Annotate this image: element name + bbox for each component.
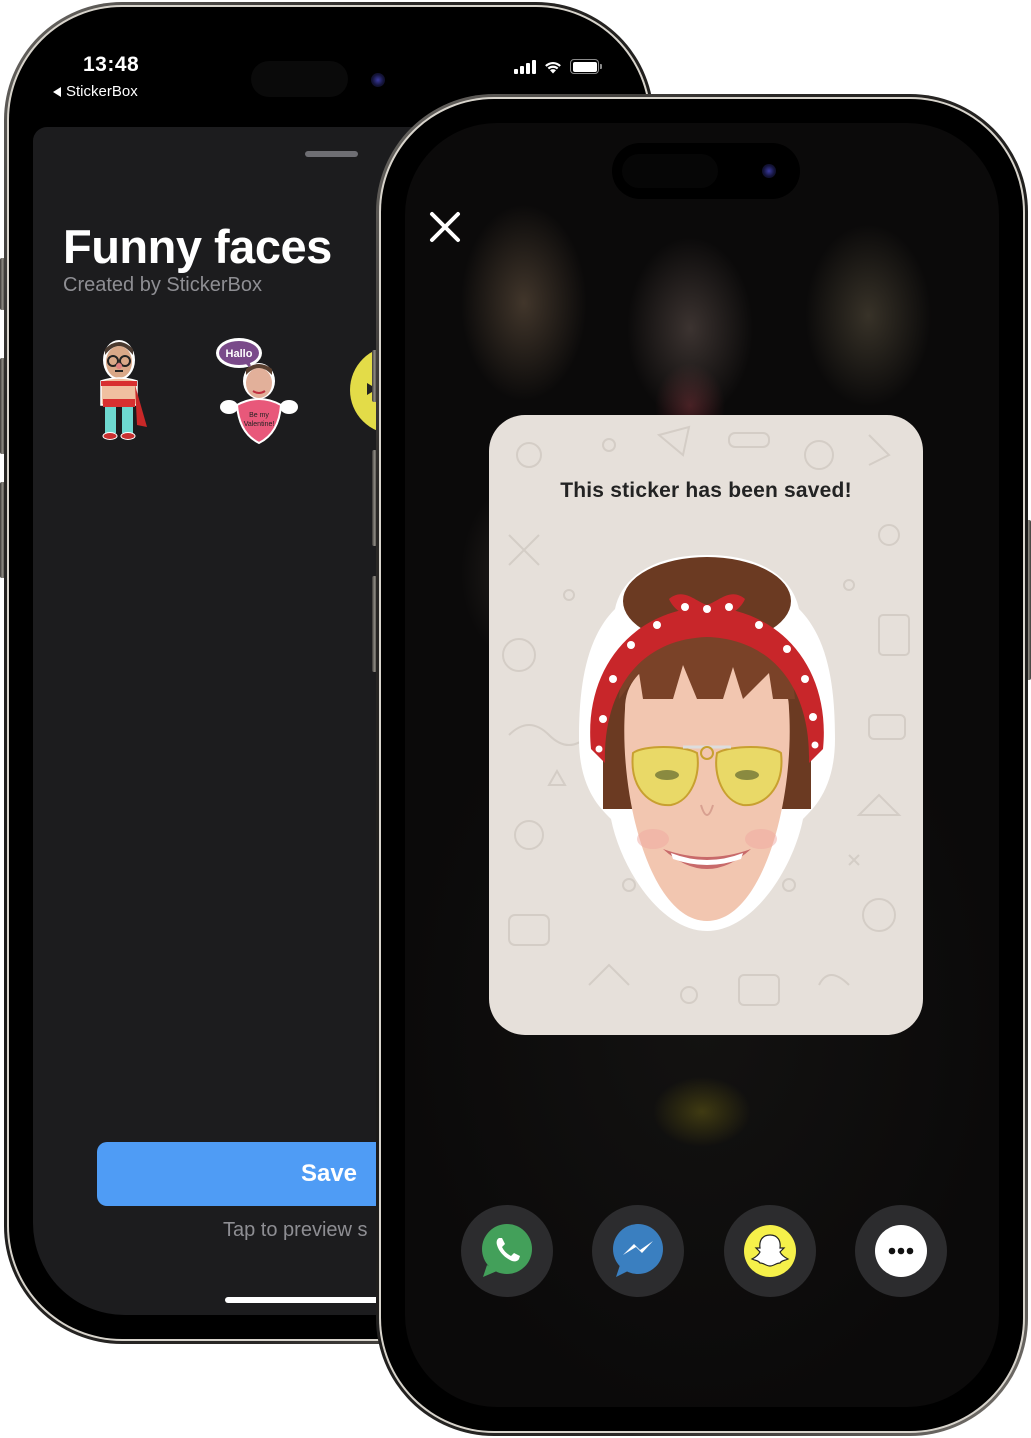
close-icon[interactable]: [427, 209, 463, 245]
svg-text:Valentine!: Valentine!: [244, 421, 275, 428]
front-phone-screen: This sticker has been saved!: [405, 123, 999, 1407]
front-camera-icon: [371, 73, 385, 87]
battery-icon: [570, 59, 602, 74]
wifi-icon: [545, 61, 561, 73]
front-phone: This sticker has been saved!: [376, 94, 1028, 1436]
share-targets-row: [461, 1205, 947, 1297]
svg-text:Be my: Be my: [249, 412, 269, 419]
share-more-button[interactable]: [854, 1205, 947, 1297]
whatsapp-icon: [482, 1224, 532, 1277]
status-icons: [514, 59, 602, 74]
front-camera-icon: [762, 164, 776, 178]
share-messenger-button[interactable]: [592, 1205, 685, 1297]
pack-subtitle: Created by StickerBox: [63, 274, 262, 296]
dynamic-island: [251, 61, 348, 97]
share-snapchat-button[interactable]: [723, 1205, 816, 1297]
dynamic-island: [612, 143, 800, 199]
cellular-signal-icon: [514, 59, 536, 74]
snapchat-icon: [743, 1225, 796, 1277]
pack-title: Funny faces: [63, 220, 332, 273]
share-whatsapp-button[interactable]: [461, 1205, 553, 1297]
back-to-app-link[interactable]: StickerBox: [53, 83, 138, 100]
sticker-superhero[interactable]: [91, 335, 151, 447]
status-time: 13:48: [83, 53, 140, 76]
bubble-text: Hallo: [226, 348, 253, 360]
messenger-icon: [613, 1224, 664, 1277]
sticker-saved-dialog: This sticker has been saved!: [489, 415, 923, 1035]
sheet-grabber[interactable]: [305, 151, 358, 157]
back-triangle-icon: [53, 86, 61, 97]
more-icon: [874, 1225, 927, 1277]
dialog-title: This sticker has been saved!: [560, 479, 852, 502]
back-app-label: StickerBox: [66, 83, 138, 100]
saved-sticker-image: [579, 555, 835, 931]
tap-to-preview-hint: Tap to preview s: [223, 1219, 368, 1241]
sticker-valentine[interactable]: Hallo Be my Valentine!: [215, 335, 301, 447]
